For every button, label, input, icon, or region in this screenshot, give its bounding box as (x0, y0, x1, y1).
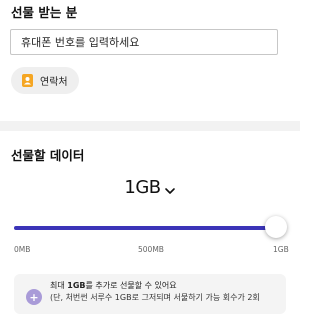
chevron-down-icon (164, 182, 176, 194)
slider-min-label: 0MB (14, 245, 31, 254)
plus-icon: + (26, 289, 42, 305)
contacts-button-label: 연락처 (40, 77, 68, 88)
contacts-button[interactable]: 연락처 (11, 67, 79, 94)
section-divider (0, 121, 300, 131)
data-amount-selector[interactable]: 1GB (0, 176, 300, 198)
selected-data-amount: 1GB (124, 176, 161, 198)
slider-mid-label: 500MB (138, 245, 164, 254)
contact-book-icon (20, 73, 35, 88)
data-slider-fill (14, 226, 276, 230)
phone-number-input[interactable] (10, 29, 278, 55)
gift-data-section-title: 선물할 데이터 (11, 148, 85, 163)
data-slider-track[interactable] (14, 226, 276, 230)
recipient-section-title: 선물 받는 분 (11, 5, 78, 20)
info-max-gift-text: 최대 1GB를 추가로 선물할 수 있어요 (50, 281, 177, 290)
data-slider-thumb[interactable] (265, 216, 287, 238)
slider-max-label: 1GB (273, 245, 289, 254)
info-condition-text: (단, 처번썬 서루수 1GB로 그저되며 서물하기 가능 회수가 2회 (50, 293, 260, 302)
